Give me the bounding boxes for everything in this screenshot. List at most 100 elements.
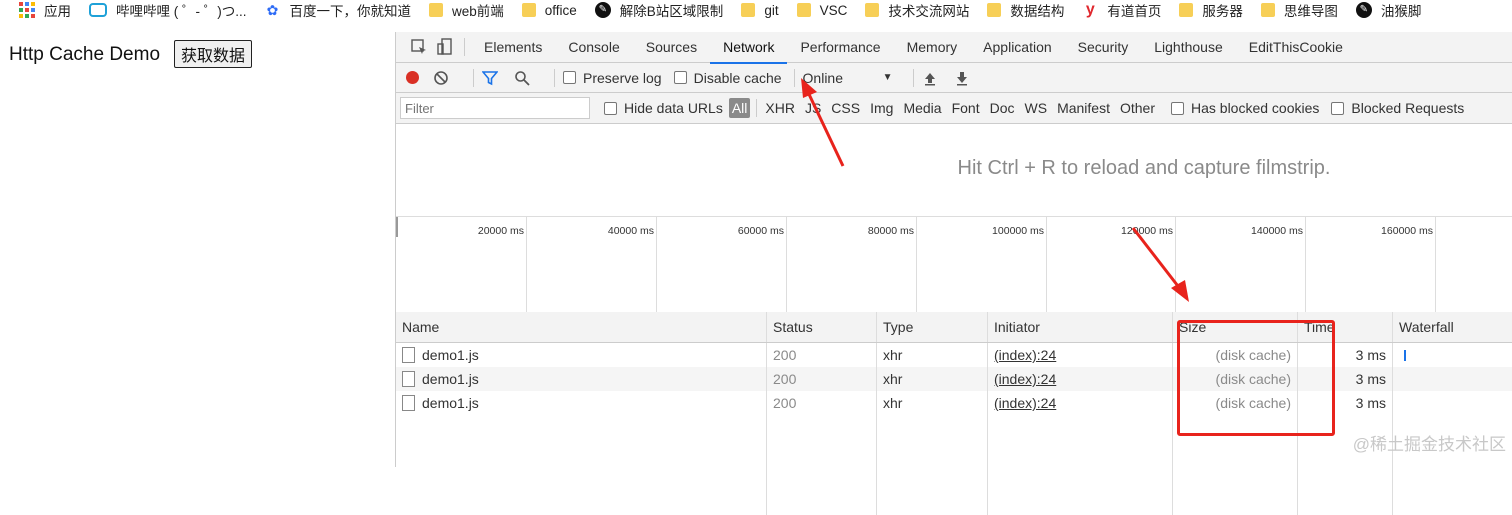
bookmark-label: 思维导图 — [1283, 4, 1338, 19]
column-header-type[interactable]: Type — [877, 312, 988, 342]
has-blocked-cookies-checkbox[interactable] — [1171, 101, 1184, 115]
bookmark-office[interactable]: office — [521, 2, 577, 18]
blocked-requests-checkbox[interactable] — [1331, 101, 1345, 115]
bookmark-vsc[interactable]: VSC — [796, 3, 847, 18]
import-har-icon[interactable] — [922, 70, 938, 86]
request-waterfall — [1393, 343, 1512, 367]
tab-sources[interactable]: Sources — [633, 32, 710, 63]
device-toolbar-icon[interactable] — [436, 38, 454, 56]
filter-icon[interactable] — [481, 70, 499, 86]
column-header-name[interactable]: Name — [396, 312, 767, 342]
devtools-tab-bar: Elements Console Sources Network Perform… — [396, 32, 1512, 64]
folder-icon — [865, 3, 880, 17]
record-icon[interactable] — [406, 71, 419, 84]
folder-icon — [741, 3, 756, 17]
tab-performance[interactable]: Performance — [787, 32, 893, 63]
tab-editthiscookie[interactable]: EditThisCookie — [1236, 32, 1356, 63]
type-filter-img[interactable]: Img — [866, 98, 897, 118]
request-type: xhr — [877, 391, 988, 415]
type-filter-manifest[interactable]: Manifest — [1053, 98, 1114, 118]
toolbar-separator — [756, 99, 758, 117]
bookmark-bilibili-unlock[interactable]: ✎ 解除B站区域限制 — [594, 0, 724, 20]
tab-lighthouse[interactable]: Lighthouse — [1141, 32, 1236, 63]
table-row[interactable]: demo1.js 200 xhr (index):24 (disk cache)… — [396, 343, 1512, 367]
has-blocked-cookies-label: Has blocked cookies — [1191, 100, 1320, 116]
network-request-table: Name Status Type Initiator Size Time Wat… — [396, 312, 1512, 515]
apps-grid-icon — [19, 2, 35, 18]
tab-elements[interactable]: Elements — [471, 32, 555, 63]
export-har-icon[interactable] — [954, 70, 970, 86]
tab-separator — [464, 38, 465, 56]
request-status: 200 — [767, 391, 877, 415]
bilibili-tv-icon — [89, 3, 107, 17]
overview-tick-label: 140000 ms — [1251, 225, 1303, 237]
column-header-status[interactable]: Status — [767, 312, 877, 342]
folder-icon — [429, 3, 443, 17]
bookmark-label: office — [544, 2, 577, 18]
overview-tick-label: 60000 ms — [737, 225, 784, 237]
request-name-cell: demo1.js — [396, 343, 767, 367]
hide-data-urls-label: Hide data URLs — [624, 100, 723, 116]
bookmark-web-frontend[interactable]: web前端 — [429, 0, 504, 20]
type-filter-doc[interactable]: Doc — [986, 98, 1019, 118]
table-row[interactable]: demo1.js 200 xhr (index):24 (disk cache)… — [396, 367, 1512, 391]
fetch-data-button[interactable]: 获取数据 — [174, 40, 253, 68]
hide-data-urls-checkbox[interactable] — [604, 101, 617, 115]
toolbar-separator — [554, 68, 555, 87]
type-filter-font[interactable]: Font — [948, 98, 984, 118]
overview-tick-label: 20000 ms — [477, 225, 524, 237]
file-icon — [402, 395, 415, 411]
bookmark-servers[interactable]: 服务器 — [1179, 0, 1243, 20]
bookmark-data-structures[interactable]: 数据结构 — [987, 0, 1064, 20]
bookmark-label: 解除B站区域限制 — [619, 4, 724, 19]
inspect-element-icon[interactable] — [410, 38, 428, 56]
request-type: xhr — [877, 343, 988, 367]
bookmark-label: 数据结构 — [1010, 4, 1065, 19]
page-title: Http Cache Demo — [9, 44, 161, 65]
table-empty-area — [396, 415, 1512, 515]
initiator-link[interactable]: (index):24 — [994, 347, 1056, 363]
filmstrip-message: Hit Ctrl + R to reload and capture films… — [957, 157, 1331, 179]
overview-gridline — [526, 217, 527, 313]
tab-console[interactable]: Console — [555, 32, 632, 63]
request-initiator-cell: (index):24 — [988, 343, 1173, 367]
request-name-cell: demo1.js — [396, 367, 767, 391]
column-header-waterfall[interactable]: Waterfall — [1393, 312, 1512, 342]
initiator-link[interactable]: (index):24 — [994, 371, 1056, 387]
table-row[interactable]: demo1.js 200 xhr (index):24 (disk cache)… — [396, 391, 1512, 415]
disable-cache-label: Disable cache — [693, 69, 782, 86]
type-filter-xhr[interactable]: XHR — [761, 98, 799, 118]
request-waterfall — [1393, 367, 1512, 391]
clear-icon[interactable] — [433, 70, 449, 86]
type-filter-media[interactable]: Media — [899, 98, 945, 118]
filter-input[interactable] — [400, 97, 590, 119]
type-filter-all[interactable]: All — [728, 98, 751, 118]
tab-memory[interactable]: Memory — [894, 32, 971, 63]
initiator-link[interactable]: (index):24 — [994, 395, 1056, 411]
bookmark-youdao[interactable]: y 有道首页 — [1082, 0, 1161, 20]
tab-security[interactable]: Security — [1065, 32, 1142, 63]
baidu-paw-icon: ✿ — [266, 2, 279, 18]
column-header-initiator[interactable]: Initiator — [988, 312, 1173, 342]
preserve-log-label: Preserve log — [583, 69, 662, 86]
annotation-arrow-icon — [1131, 227, 1189, 302]
folder-icon — [1260, 3, 1275, 17]
bookmark-mindmap[interactable]: 思维导图 — [1260, 0, 1338, 20]
bookmark-apps[interactable]: 应用 — [19, 0, 71, 20]
bookmark-bilibili[interactable]: 哔哩哔哩 ( ゜- ゜)つ... — [89, 0, 247, 20]
bookmark-tampermonkey[interactable]: ✎ 油猴脚 — [1355, 0, 1421, 20]
disable-cache-checkbox[interactable] — [673, 71, 687, 84]
circle-logo-icon: ✎ — [594, 2, 611, 18]
tab-application[interactable]: Application — [970, 32, 1065, 63]
bookmark-tech-sites[interactable]: 技术交流网站 — [865, 0, 969, 20]
search-icon[interactable] — [514, 70, 530, 86]
request-status: 200 — [767, 343, 877, 367]
preserve-log-checkbox[interactable] — [563, 71, 576, 84]
type-filter-other[interactable]: Other — [1116, 98, 1159, 118]
bookmark-baidu[interactable]: ✿ 百度一下，你就知道 — [265, 0, 411, 20]
overview-gridline — [1046, 217, 1047, 313]
bookmark-git[interactable]: git — [741, 3, 779, 18]
network-overview-timeline[interactable]: 20000 ms 40000 ms 60000 ms 80000 ms 1000… — [396, 217, 1512, 313]
tab-network[interactable]: Network — [710, 32, 788, 64]
type-filter-ws[interactable]: WS — [1021, 98, 1052, 118]
